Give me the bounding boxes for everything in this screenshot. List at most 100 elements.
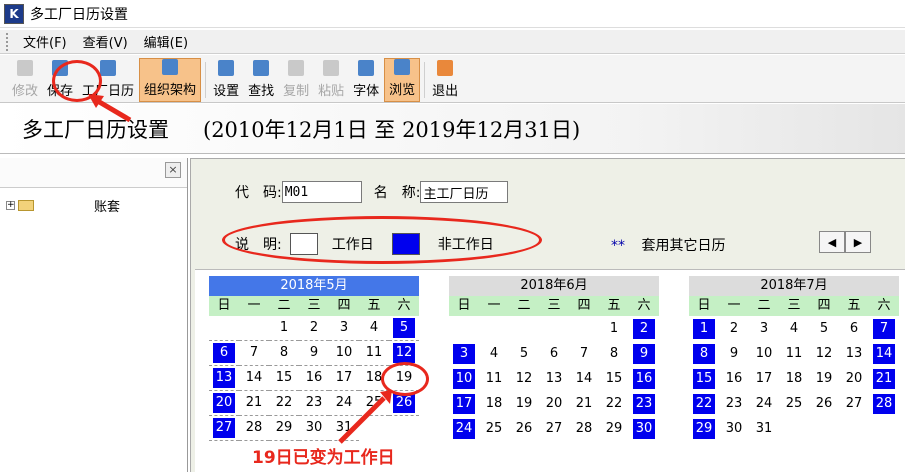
find-button[interactable]: 查找 [244,58,278,102]
workday-cell[interactable]: 27 [839,391,869,416]
workday-cell[interactable]: 15 [599,366,629,391]
workday-cell[interactable]: 12 [809,341,839,366]
font-button[interactable]: 字体 [349,58,383,102]
workday-cell[interactable]: 5 [509,341,539,366]
nonworkday-cell[interactable]: 5 [389,316,419,341]
nonworkday-cell[interactable]: 28 [869,391,899,416]
workday-cell[interactable]: 18 [779,366,809,391]
copy-button[interactable]: 复制 [279,58,313,102]
workday-cell[interactable]: 26 [509,416,539,441]
workday-cell[interactable]: 14 [569,366,599,391]
workday-cell[interactable]: 20 [539,391,569,416]
workday-cell[interactable]: 3 [749,316,779,341]
workday-cell[interactable]: 22 [269,391,299,416]
workday-cell[interactable]: 21 [569,391,599,416]
workday-cell[interactable]: 10 [329,341,359,366]
workday-cell[interactable]: 29 [269,416,299,441]
workday-cell[interactable]: 31 [329,416,359,441]
workday-cell[interactable]: 11 [359,341,389,366]
workday-cell[interactable]: 25 [359,391,389,416]
nonworkday-cell[interactable]: 30 [629,416,659,441]
workday-cell[interactable]: 15 [269,366,299,391]
workday-cell[interactable]: 5 [809,316,839,341]
workday-cell[interactable]: 20 [839,366,869,391]
workday-cell[interactable]: 6 [839,316,869,341]
workday-cell[interactable]: 19 [509,391,539,416]
nonworkday-cell[interactable]: 10 [449,366,479,391]
tree-item-account[interactable]: + 账套 [6,196,120,215]
use-other-calendar[interactable]: ** 套用其它日历 [611,235,725,255]
workday-cell[interactable]: 28 [239,416,269,441]
workday-cell[interactable]: 27 [539,416,569,441]
workday-cell[interactable]: 14 [239,366,269,391]
exit-button[interactable]: 退出 [428,58,462,102]
nonworkday-cell[interactable]: 16 [629,366,659,391]
workday-cell[interactable]: 11 [479,366,509,391]
workday-cell[interactable]: 10 [749,341,779,366]
workday-cell[interactable]: 16 [299,366,329,391]
nonworkday-cell[interactable]: 29 [689,416,719,441]
menu-view[interactable]: 查看(V) [75,32,136,51]
nonworkday-cell[interactable]: 8 [689,341,719,366]
menu-edit[interactable]: 编辑(E) [136,32,196,51]
paste-button[interactable]: 粘贴 [314,58,348,102]
workday-cell[interactable]: 23 [299,391,329,416]
month-title[interactable]: 2018年6月 [449,276,659,296]
nonworkday-cell[interactable]: 14 [869,341,899,366]
workday-cell[interactable]: 26 [809,391,839,416]
expand-icon[interactable]: + [6,201,15,210]
workday-cell[interactable]: 25 [779,391,809,416]
workday-cell[interactable]: 29 [599,416,629,441]
workday-cell[interactable]: 19 [809,366,839,391]
workday-cell[interactable]: 4 [479,341,509,366]
prev-month-button[interactable]: ◀ [819,231,845,253]
workday-cell[interactable]: 30 [719,416,749,441]
workday-cell[interactable]: 8 [599,341,629,366]
workday-cell[interactable]: 17 [749,366,779,391]
next-month-button[interactable]: ▶ [845,231,871,253]
workday-cell[interactable]: 23 [719,391,749,416]
workday-cell[interactable]: 30 [299,416,329,441]
menu-file[interactable]: 文件(F) [15,32,75,51]
nonworkday-cell[interactable]: 1 [689,316,719,341]
workday-cell[interactable]: 25 [479,416,509,441]
nonworkday-cell[interactable]: 22 [689,391,719,416]
workday-cell[interactable]: 13 [539,366,569,391]
nonworkday-cell[interactable]: 2 [629,316,659,341]
nonworkday-cell[interactable]: 3 [449,341,479,366]
nonworkday-cell[interactable]: 27 [209,416,239,441]
workday-cell[interactable]: 21 [239,391,269,416]
settings-button[interactable]: 设置 [209,58,243,102]
workday-cell[interactable]: 4 [779,316,809,341]
workday-cell[interactable]: 6 [539,341,569,366]
workday-cell[interactable]: 17 [329,366,359,391]
nonworkday-cell[interactable]: 9 [629,341,659,366]
code-field[interactable] [281,181,362,203]
workday-cell[interactable]: 1 [599,316,629,341]
nonworkday-cell[interactable]: 6 [209,341,239,366]
workday-cell[interactable]: 16 [719,366,749,391]
workday-cell[interactable]: 24 [749,391,779,416]
nonworkday-cell[interactable]: 7 [869,316,899,341]
workday-cell[interactable]: 4 [359,316,389,341]
workday-cell[interactable]: 2 [299,316,329,341]
workday-cell[interactable]: 24 [329,391,359,416]
workday-cell[interactable]: 22 [599,391,629,416]
workday-cell[interactable]: 12 [509,366,539,391]
nonworkday-cell[interactable]: 21 [869,366,899,391]
close-icon[interactable]: × [165,162,181,178]
nonworkday-cell[interactable]: 24 [449,416,479,441]
month-title[interactable]: 2018年5月 [209,276,419,296]
workday-cell[interactable]: 31 [749,416,779,441]
workday-cell[interactable]: 9 [299,341,329,366]
nonworkday-cell[interactable]: 17 [449,391,479,416]
workday-cell[interactable]: 13 [839,341,869,366]
nonworkday-cell[interactable]: 13 [209,366,239,391]
workday-cell[interactable]: 11 [779,341,809,366]
workday-cell[interactable]: 7 [569,341,599,366]
name-field[interactable] [420,181,509,203]
workday-cell[interactable]: 1 [269,316,299,341]
workday-cell[interactable]: 7 [239,341,269,366]
workday-cell[interactable]: 8 [269,341,299,366]
org-structure-button[interactable]: 组织架构 [139,58,202,102]
